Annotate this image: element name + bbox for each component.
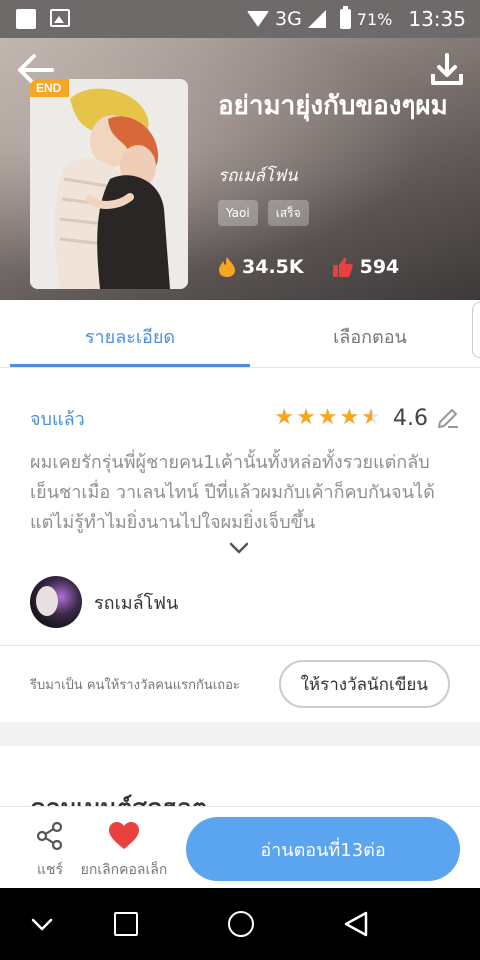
- notification-image-icon: [50, 9, 70, 27]
- clock: 13:35: [408, 7, 466, 31]
- likes-stat: 594: [332, 256, 400, 278]
- tab-active-indicator: [10, 364, 250, 367]
- fire-icon: [219, 257, 235, 277]
- nav-home-button[interactable]: [228, 911, 254, 937]
- author-avatar[interactable]: [30, 576, 82, 628]
- nav-back-button[interactable]: [342, 910, 370, 938]
- story-header: END อย่ามายุ่งกับของๆผม รถเมล์โฟน Yaoi เ…: [0, 38, 480, 300]
- views-count: 34.5K: [242, 256, 304, 278]
- section-separator: [0, 722, 480, 746]
- cover-illustration: [30, 79, 188, 289]
- wifi-icon: [246, 11, 269, 27]
- tag-genre[interactable]: Yaoi: [218, 200, 258, 226]
- tab-episodes[interactable]: เลือกตอน: [250, 322, 480, 351]
- star-icon: ★: [339, 405, 360, 430]
- battery-icon: [339, 6, 351, 29]
- author-name[interactable]: รถเมล์โฟน: [94, 588, 178, 617]
- notification-square-icon: [16, 9, 36, 29]
- share-icon: [36, 821, 63, 851]
- download-icon: [431, 53, 463, 85]
- download-button[interactable]: [430, 52, 464, 88]
- status-rating-row: จบแล้ว ★ ★ ★ ★ ★ 4.6: [30, 402, 460, 434]
- tab-bar: รายละเอียด เลือกตอน: [0, 300, 480, 368]
- continue-reading-button[interactable]: อ่านตอนที่13ต่อ: [186, 817, 460, 881]
- heart-icon: [109, 822, 139, 849]
- favorite-button[interactable]: ยกเลิกคอลเล็ก: [76, 821, 172, 881]
- signal-icon: [307, 10, 326, 28]
- nav-overview-button[interactable]: [114, 912, 138, 936]
- star-icon: ★: [317, 405, 338, 430]
- likes-count: 594: [359, 256, 400, 278]
- side-drawer-handle[interactable]: [472, 302, 480, 358]
- story-author[interactable]: รถเมล์โฟน: [218, 162, 298, 189]
- chevron-down-icon: [229, 542, 249, 554]
- reward-writer-button[interactable]: ให้รางวัลนักเขียน: [278, 660, 450, 708]
- cover-image: END: [30, 79, 188, 289]
- tab-details[interactable]: รายละเอียด: [10, 322, 250, 351]
- half-star-icon: ★: [361, 405, 381, 430]
- share-button[interactable]: แชร์: [28, 821, 72, 881]
- thumbs-up-icon: [332, 257, 353, 277]
- divider: [0, 645, 480, 646]
- battery-percent: 71%: [356, 9, 393, 29]
- star-icon: ★: [296, 405, 316, 430]
- reward-row: รีบมาเป็น คนให้รางวัลคนแรกกันเถอะ ให้ราง…: [30, 660, 450, 708]
- hot-comments-title: คอมเมนต์สุดฮอต: [30, 794, 208, 808]
- reward-prompt: รีบมาเป็น คนให้รางวัลคนแรกกันเถอะ: [30, 677, 240, 693]
- edit-rating-icon[interactable]: [436, 406, 460, 430]
- rating: ★ ★ ★ ★ ★ 4.6: [274, 406, 460, 431]
- status-bar: 3G 71% 13:35: [0, 0, 480, 38]
- synopsis-text: ผมเคยรักรุ่นพี่ผู้ชายคน1เค้านั้นทั้งหล่อ…: [30, 452, 435, 533]
- share-label: แชร์: [36, 862, 64, 878]
- nav-down-button[interactable]: [30, 912, 54, 936]
- views-stat: 34.5K: [218, 256, 304, 278]
- star-icon: ★: [274, 405, 295, 430]
- author-row[interactable]: รถเมล์โฟน: [30, 576, 178, 628]
- tag-list: Yaoi เสร็จ: [218, 200, 309, 226]
- favorite-label: ยกเลิกคอลเล็ก: [80, 862, 168, 878]
- triangle-back-icon: [344, 911, 368, 937]
- story-stats: 34.5K 594: [218, 256, 399, 278]
- completion-status: จบแล้ว: [30, 408, 85, 430]
- tag-status[interactable]: เสร็จ: [267, 200, 309, 226]
- rating-value: 4.6: [393, 405, 428, 431]
- story-title: อย่ามายุ่งกับของๆผม: [218, 91, 448, 121]
- bottom-action-bar: แชร์ ยกเลิกคอลเล็ก อ่านตอนที่13ต่อ: [0, 806, 480, 888]
- network-type: 3G: [274, 8, 302, 30]
- system-nav-bar: [0, 888, 480, 960]
- expand-synopsis-button[interactable]: [228, 540, 250, 554]
- chevron-down-icon: [31, 918, 53, 931]
- end-badge: END: [30, 79, 70, 97]
